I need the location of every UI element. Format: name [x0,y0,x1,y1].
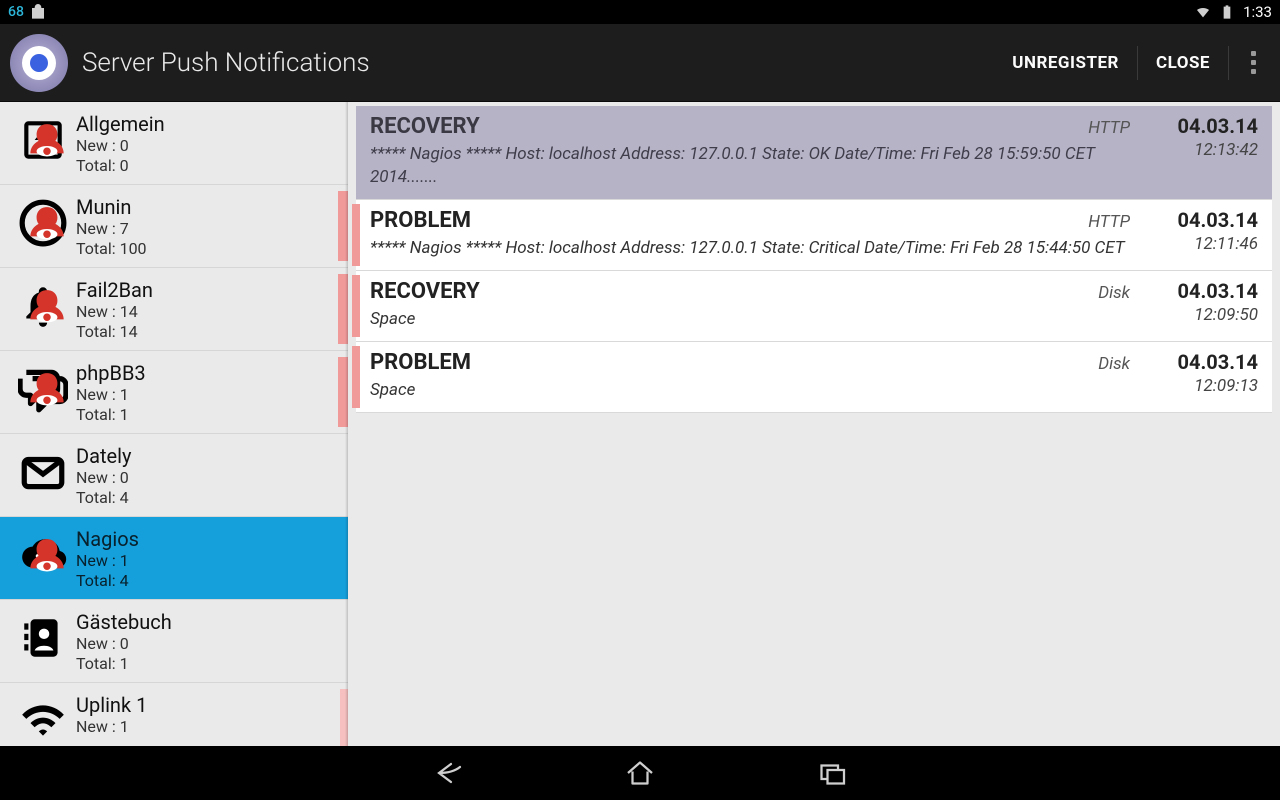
sidebar-item-total: Total: 4 [76,571,338,591]
sidebar-item-uplink-1[interactable]: Uplink 1New : 1 [0,683,348,746]
notification-tag: Disk [1098,283,1138,303]
notification-title: RECOVERY [370,279,480,304]
sidebar-item-total: Total: 1 [76,405,338,425]
sidebar-item-name: phpBB3 [76,361,338,385]
sidebar-item-new: New : 0 [76,634,338,654]
sidebar-item-new: New : 1 [76,717,338,737]
notification-date: 04.03.14 [1150,208,1258,232]
recents-button[interactable] [811,752,853,794]
sidebar-item-total: Total: 14 [76,322,338,342]
sidebar-item-nagios[interactable]: NagiosNew : 1Total: 4 [0,517,348,600]
notification-row[interactable]: RECOVERY Disk Space 04.03.1412:09:50 [356,271,1272,342]
notification-title: RECOVERY [370,114,480,139]
notification-date: 04.03.14 [1150,350,1258,374]
sidebar-item-new: New : 1 [76,385,338,405]
notification-date: 04.03.14 [1150,279,1258,303]
sidebar-item-name: Gästebuch [76,610,338,634]
notification-time: 12:09:50 [1150,305,1258,325]
sidebar-item-name: Munin [76,195,338,219]
sidebar: AllgemeinNew : 0Total: 0MuninNew : 7Tota… [0,102,348,746]
sidebar-item-munin[interactable]: MuninNew : 7Total: 100 [0,185,348,268]
app-title: Server Push Notifications [82,48,370,78]
chat-icon [10,359,76,419]
eye-badge-icon [22,369,72,419]
action-bar: Server Push Notifications UNREGISTER CLO… [0,24,1280,102]
app-logo-icon [10,34,68,92]
notification-time: 12:11:46 [1150,234,1258,254]
system-navigation-bar [0,746,1280,800]
sidebar-item-total: Total: 1 [76,654,338,674]
notification-body: ***** Nagios ***** Host: localhost Addre… [370,237,1138,260]
sidebar-item-new: New : 0 [76,136,338,156]
home-button[interactable] [619,752,661,794]
sidebar-item-total: Total: 100 [76,239,338,259]
sidebar-item-allgemein[interactable]: AllgemeinNew : 0Total: 0 [0,102,348,185]
notification-time: 12:13:42 [1150,140,1258,160]
cloud-icon [10,525,76,585]
eye-badge-icon [22,120,72,170]
notification-title: PROBLEM [370,208,471,233]
notification-row[interactable]: RECOVERY HTTP ***** Nagios ***** Host: loc… [356,106,1272,200]
alert-icon [10,193,76,253]
sidebar-item-new: New : 14 [76,302,338,322]
sidebar-item-name: Nagios [76,527,338,551]
unregister-button[interactable]: UNREGISTER [994,53,1137,73]
sidebar-item-new: New : 1 [76,551,338,571]
sidebar-item-name: Fail2Ban [76,278,338,302]
back-button[interactable] [427,752,469,794]
sidebar-item-phpbb3[interactable]: phpBB3New : 1Total: 1 [0,351,348,434]
contact-icon [10,608,76,668]
sidebar-item-new: New : 0 [76,468,338,488]
sidebar-item-dately[interactable]: DatelyNew : 0Total: 4 [0,434,348,517]
eye-badge-icon [22,286,72,336]
close-button[interactable]: CLOSE [1138,53,1228,73]
battery-icon [1219,4,1235,20]
sidebar-item-g-stebuch[interactable]: GästebuchNew : 0Total: 1 [0,600,348,683]
notification-body: Space [370,379,1138,402]
notification-count: 68 [8,4,24,20]
status-time: 1:33 [1243,3,1272,21]
play-store-icon [30,4,46,20]
sidebar-item-name: Dately [76,444,338,468]
sidebar-item-total: Total: 0 [76,156,338,176]
sidebar-item-new: New : 7 [76,219,338,239]
eye-badge-icon [22,535,72,585]
eye-badge-icon [22,203,72,253]
bell-icon [10,276,76,336]
notification-row[interactable]: PROBLEM Disk Space 04.03.1412:09:13 [356,342,1272,413]
notification-row[interactable]: PROBLEM HTTP ***** Nagios ***** Host: loca… [356,200,1272,271]
wifi-icon [10,691,76,746]
status-bar: 68 1:33 [0,0,1280,24]
wifi-icon [1195,4,1211,20]
notification-title: PROBLEM [370,350,471,375]
notification-tag: HTTP [1088,118,1138,138]
notification-body: Space [370,308,1138,331]
notification-body: ***** Nagios ***** Host: localhost Addre… [370,143,1138,189]
sidebar-item-fail2ban[interactable]: Fail2BanNew : 14Total: 14 [0,268,348,351]
download-icon [10,110,76,170]
notification-date: 04.03.14 [1150,114,1258,138]
notification-time: 12:09:13 [1150,376,1258,396]
sidebar-item-total: Total: 4 [76,488,338,508]
overflow-menu-button[interactable] [1229,47,1270,78]
sidebar-item-name: Allgemein [76,112,338,136]
sidebar-item-name: Uplink 1 [76,693,338,717]
notification-tag: Disk [1098,354,1138,374]
notification-list: RECOVERY HTTP ***** Nagios ***** Host: loc… [348,102,1280,746]
mail-icon [10,442,76,502]
notification-tag: HTTP [1088,212,1138,232]
